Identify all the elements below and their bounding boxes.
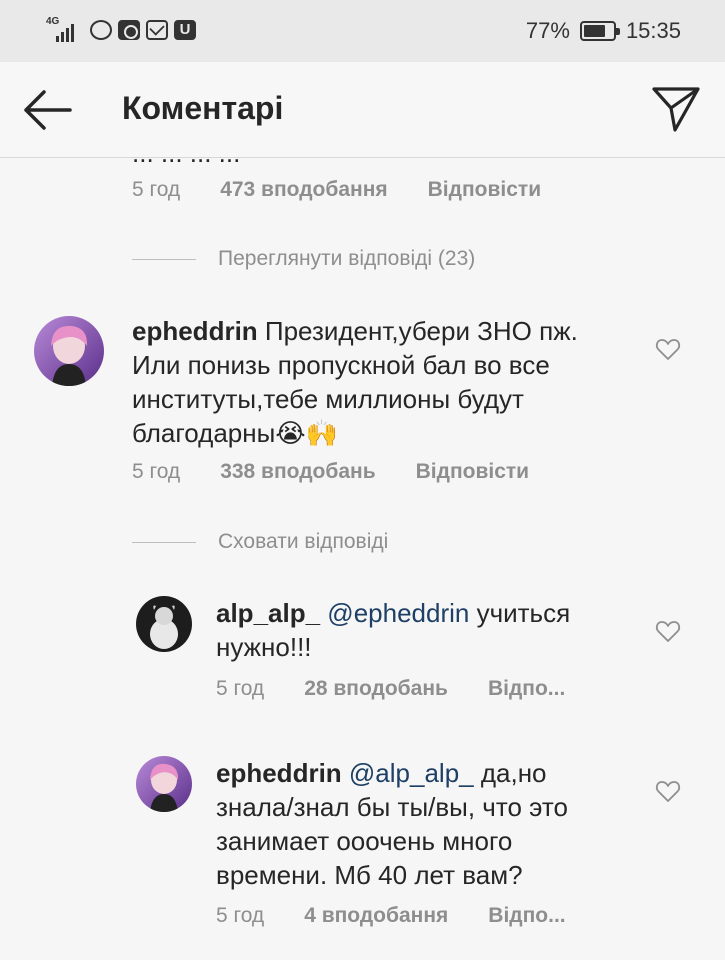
signal-icon: 4G: [46, 16, 84, 42]
mail-notification-icon: [146, 20, 168, 40]
like-button[interactable]: [655, 778, 681, 804]
like-button[interactable]: [655, 618, 681, 644]
divider: [132, 541, 196, 543]
paper-plane-icon: [652, 87, 700, 132]
arrow-left-icon: [24, 90, 72, 130]
avatar[interactable]: [136, 756, 192, 812]
hide-replies-label: Сховати відповіді: [218, 530, 389, 553]
reply-likes[interactable]: 28 вподобань: [304, 677, 448, 701]
reply-meta: 5 год 4 вподобання Відпо...: [216, 904, 566, 928]
hide-replies-button[interactable]: Сховати відповіді: [132, 530, 388, 554]
avatar-image: [136, 756, 192, 812]
reply-button[interactable]: Відповісти: [416, 460, 529, 484]
divider: [132, 258, 196, 260]
reply-meta: 5 год 28 вподобань Відпо...: [216, 677, 565, 701]
emoji-notification-icon: [90, 20, 112, 40]
comment-time: 5 год: [132, 178, 181, 201]
like-button[interactable]: [655, 336, 681, 362]
reply-time: 5 год: [216, 677, 265, 700]
reply-text: epheddrin @alp_alp_ да,но знала/знал бы …: [216, 756, 616, 892]
reply-username[interactable]: epheddrin: [216, 758, 342, 788]
heart-icon: [655, 621, 681, 642]
comment-text: epheddrin Президент,убери ЗНО пж. Или по…: [132, 314, 632, 450]
reply-time: 5 год: [216, 904, 265, 927]
back-button[interactable]: [20, 88, 76, 132]
reply-likes[interactable]: 4 вподобання: [304, 904, 448, 928]
view-replies-button[interactable]: Переглянути відповіді (23): [132, 247, 475, 271]
reply-mention[interactable]: @alp_alp_: [349, 758, 474, 788]
comment-meta: 5 год 338 вподобань Відповісти: [132, 460, 529, 484]
comment-likes[interactable]: 473 вподобання: [220, 178, 387, 202]
view-replies-label: Переглянути відповіді (23): [218, 247, 476, 270]
comment-time: 5 год: [132, 460, 181, 483]
reply-mention[interactable]: @epheddrin: [327, 598, 469, 628]
reply-button[interactable]: Відпо...: [488, 677, 565, 701]
u-notification-icon: U: [174, 20, 196, 40]
reply-button[interactable]: Відпо...: [488, 904, 565, 928]
reply-text: alp_alp_ @epheddrin учиться нужно!!!: [216, 596, 616, 664]
reply-button[interactable]: Відповісти: [428, 178, 541, 202]
avatar-image: [34, 316, 104, 386]
status-right: 77% 15:35: [526, 18, 681, 44]
comment-username[interactable]: epheddrin: [132, 316, 258, 346]
battery-percent: 77%: [525, 18, 570, 43]
battery-icon: [579, 21, 620, 41]
comment-likes[interactable]: 338 вподобань: [220, 460, 375, 484]
reply-username[interactable]: alp_alp_: [216, 598, 320, 628]
page-title: Коментарі: [122, 90, 284, 126]
cut-comment-text: ... ... ... ...: [132, 158, 240, 169]
avatar-image: [136, 596, 192, 652]
status-icons: 4G U: [46, 16, 196, 42]
share-button[interactable]: [651, 84, 701, 134]
status-bar: 4G U 77% 15:35: [0, 0, 725, 62]
comments-list[interactable]: ... ... ... ... 5 год 473 вподобання Від…: [0, 158, 725, 960]
avatar[interactable]: [136, 596, 192, 652]
app-header: Коментарі: [0, 62, 725, 158]
avatar[interactable]: [34, 316, 104, 386]
clock: 15:35: [625, 18, 681, 43]
heart-icon: [655, 339, 681, 360]
heart-icon: [655, 781, 681, 802]
ok-notification-icon: [118, 20, 140, 40]
comment-meta: 5 год 473 вподобання Відповісти: [132, 178, 541, 202]
